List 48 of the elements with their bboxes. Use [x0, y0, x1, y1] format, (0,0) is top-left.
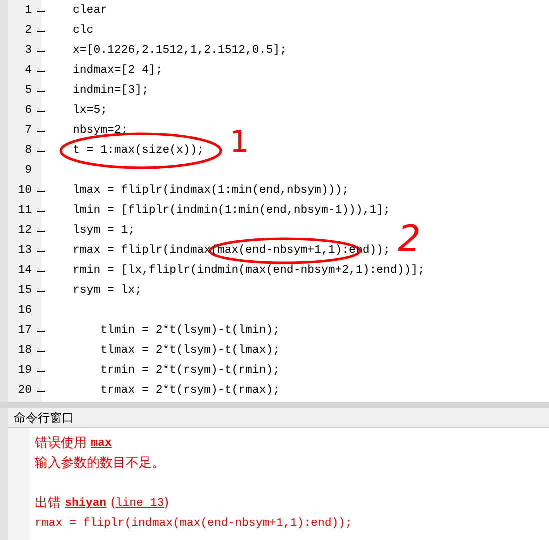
line-number: 10: [17, 183, 33, 200]
error-link[interactable]: shiyan: [65, 495, 107, 513]
line-number: 5: [24, 83, 33, 100]
code-line[interactable]: lsym = 1;: [73, 222, 136, 240]
line-number: 11: [17, 203, 33, 220]
line-number: 13: [17, 243, 33, 260]
line-number: 16: [17, 303, 33, 320]
line-number: 12: [17, 223, 33, 240]
handwritten-number: 1: [230, 128, 250, 158]
code-line[interactable]: nbsym=2;: [73, 122, 128, 140]
handwritten-number: 2: [398, 222, 421, 258]
code-line[interactable]: indmax=[2 4];: [73, 62, 163, 80]
code-line[interactable]: lx=5;: [73, 102, 108, 120]
code-line[interactable]: clear: [73, 2, 108, 20]
line-number: 14: [17, 263, 33, 280]
line-number: 9: [24, 163, 33, 180]
line-number: 1: [24, 3, 33, 20]
error-link[interactable]: line 13: [116, 495, 164, 513]
line-number: 20: [17, 383, 33, 400]
line-number: 7: [24, 123, 33, 140]
line-number: 3: [24, 43, 33, 60]
code-line[interactable]: clc: [73, 22, 94, 40]
line-number: 17: [17, 323, 33, 340]
line-number: 15: [17, 283, 33, 300]
code-line[interactable]: rmin = [lx,fliplr(indmin(max(end-nbsym+2,1):end))];: [73, 262, 425, 280]
line-number: 19: [17, 363, 33, 380]
code-line[interactable]: trmax = 2*t(rsym)-t(rmax);: [73, 382, 280, 400]
error-message: ): [164, 495, 170, 514]
code-line[interactable]: indmin=[3];: [73, 82, 149, 100]
error-message: (: [110, 495, 116, 514]
code-line[interactable]: rsym = lx;: [73, 282, 142, 300]
panel-title: 命令行窗口: [14, 410, 74, 426]
error-message: 出错: [35, 495, 62, 514]
error-code-line: rmax = fliplr(indmax(max(end-nbsym+1,1):end));: [35, 516, 352, 532]
code-line[interactable]: lmax = fliplr(indmax(1:min(end,nbsym)));: [73, 182, 350, 200]
error-message: 输入参数的数目不足。: [35, 455, 165, 474]
line-number: 2: [24, 23, 33, 40]
code-line[interactable]: trmin = 2*t(rsym)-t(rmin);: [73, 362, 280, 380]
code-line[interactable]: tlmax = 2*t(lsym)-t(lmax);: [73, 342, 280, 360]
code-line[interactable]: lmin = [fliplr(indmin(1:min(end,nbsym-1))),1];: [73, 202, 390, 220]
line-number: 8: [24, 143, 33, 160]
line-number: 6: [24, 103, 33, 120]
error-message: 错误使用: [35, 435, 88, 454]
line-number: 18: [17, 343, 33, 360]
code-line[interactable]: x=[0.1226,2.1512,1,2.1512,0.5];: [73, 42, 287, 60]
line-number: 4: [24, 63, 33, 80]
error-link[interactable]: max: [91, 435, 112, 453]
code-line[interactable]: tlmin = 2*t(lsym)-t(lmin);: [73, 322, 280, 340]
